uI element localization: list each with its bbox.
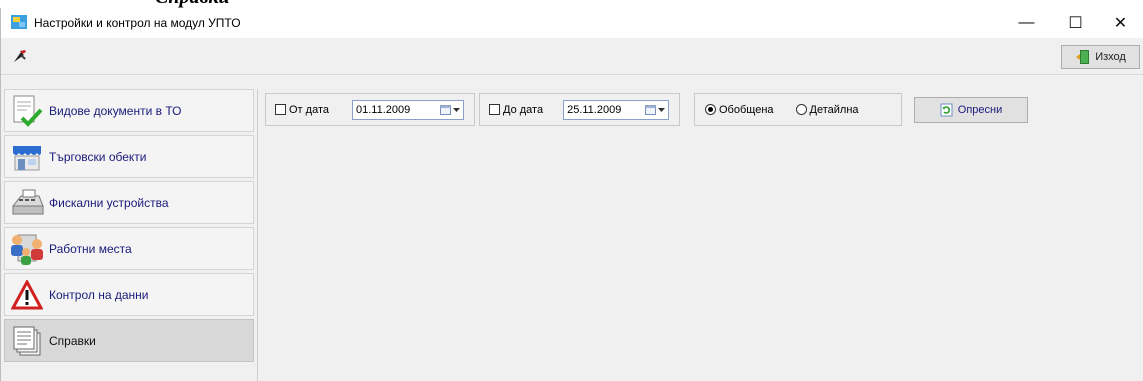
detailed-radio[interactable]	[795, 104, 807, 115]
sidebar-item-label: Търговски обекти	[49, 149, 147, 164]
sidebar-item-fiscal-devices[interactable]: Фискални устройства	[4, 181, 254, 224]
refresh-icon	[940, 103, 953, 117]
to-date-picker[interactable]: 25.11.2009	[563, 99, 670, 120]
exit-button[interactable]: Изход	[1061, 45, 1140, 69]
sidebar-item-data-control[interactable]: Контрол на данни	[4, 273, 254, 316]
calendar-dropdown-icon[interactable]	[439, 104, 460, 115]
close-button[interactable]: ✕	[1098, 8, 1143, 38]
refresh-button[interactable]: Опресни	[914, 97, 1028, 123]
to-date-label: До дата	[503, 103, 544, 116]
calendar-dropdown-icon[interactable]	[645, 104, 666, 115]
app-icon	[11, 15, 27, 29]
shop-icon	[5, 138, 49, 176]
toolbar	[1, 38, 1143, 75]
from-date-value: 01.11.2009	[355, 103, 411, 116]
from-date-label: От дата	[289, 103, 329, 116]
refresh-label: Опресни	[957, 104, 1003, 116]
sidebar-item-document-types[interactable]: Видове документи в ТО	[4, 89, 254, 132]
sidebar-item-label: Справки	[49, 333, 96, 348]
window-title: Настройки и контрол на модул УПТО	[34, 16, 241, 30]
title-bar: Настройки и контрол на модул УПТО — ☐ ✕	[1, 8, 1143, 38]
sidebar-item-label: Контрол на данни	[49, 287, 149, 302]
from-date-checkbox[interactable]	[275, 104, 286, 115]
to-date-group: До дата 25.11.2009	[479, 93, 680, 126]
summary-label: Обобщена	[719, 103, 774, 116]
to-date-checkbox[interactable]	[489, 104, 500, 115]
users-icon	[5, 230, 49, 268]
cash-register-icon	[5, 184, 49, 222]
sidebar-item-shops[interactable]: Търговски обекти	[4, 135, 254, 178]
exit-label: Изход	[1095, 51, 1126, 63]
from-date-picker[interactable]: 01.11.2009	[351, 99, 464, 120]
from-date-group: От дата 01.11.2009	[265, 93, 475, 126]
navigation-sidebar: Видове документи в ТО Търговски обекти Ф…	[4, 89, 256, 381]
report-mode-group: Обобщена Детайлна	[694, 93, 902, 126]
sidebar-divider	[257, 89, 258, 381]
document-check-icon	[5, 92, 49, 130]
warning-icon	[5, 276, 49, 314]
sidebar-item-reports[interactable]: Справки	[4, 319, 254, 362]
tools-icon[interactable]	[12, 48, 28, 64]
sidebar-item-workplaces[interactable]: Работни места	[4, 227, 254, 270]
sidebar-item-label: Видове документи в ТО	[49, 103, 182, 118]
maximize-button[interactable]: ☐	[1053, 8, 1098, 38]
summary-radio[interactable]	[705, 104, 716, 115]
sidebar-item-label: Фискални устройства	[49, 195, 169, 210]
to-date-value: 25.11.2009	[567, 103, 622, 116]
reports-icon	[5, 322, 49, 360]
sidebar-item-label: Работни места	[49, 241, 132, 256]
minimize-button[interactable]: —	[1004, 8, 1049, 38]
detailed-label: Детайлна	[809, 103, 859, 116]
radio-selected-dot	[708, 107, 713, 112]
door-exit-icon	[1076, 50, 1090, 64]
